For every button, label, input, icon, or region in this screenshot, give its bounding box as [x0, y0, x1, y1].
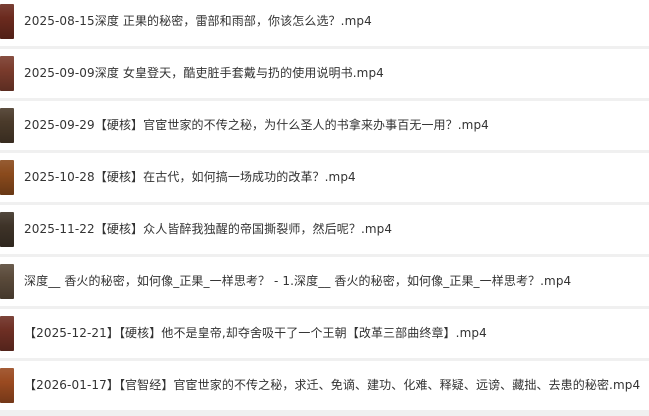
file-name: 【2026-01-17】【官智经】官宦世家的不传之秘，求迁、免谪、建功、化难、释… — [24, 378, 641, 392]
video-thumbnail — [0, 212, 14, 247]
file-row-8[interactable]: 【2026-01-17】【官智经】官宦世家的不传之秘，求迁、免谪、建功、化难、释… — [0, 361, 649, 410]
file-name: 2025-08-15深度 正果的秘密，雷部和雨部，你该怎么选？.mp4 — [24, 14, 372, 28]
video-thumbnail — [0, 56, 14, 91]
file-name: 2025-09-29【硬核】官宦世家的不传之秘，为什么圣人的书拿来办事百无一用？… — [24, 118, 489, 132]
file-row-2[interactable]: 2025-09-09深度 女皇登天，酷吏脏手套戴与扔的使用说明书.mp4 — [0, 49, 649, 98]
file-row-7[interactable]: 【2025-12-21】【硬核】他不是皇帝,却夺舍吸干了一个王朝【改革三部曲终章… — [0, 309, 649, 358]
video-thumbnail — [0, 160, 14, 195]
video-thumbnail — [0, 4, 14, 39]
file-row-5[interactable]: 2025-11-22【硬核】众人皆醉我独醒的帝国撕裂师，然后呢？.mp4 — [0, 205, 649, 254]
file-row-1[interactable]: 2025-08-15深度 正果的秘密，雷部和雨部，你该怎么选？.mp4 — [0, 0, 649, 46]
file-name: 2025-09-09深度 女皇登天，酷吏脏手套戴与扔的使用说明书.mp4 — [24, 66, 384, 80]
file-row-4[interactable]: 2025-10-28【硬核】在古代，如何搞一场成功的改革？.mp4 — [0, 153, 649, 202]
video-thumbnail — [0, 316, 14, 351]
file-list: 2025-08-15深度 正果的秘密，雷部和雨部，你该怎么选？.mp4 2025… — [0, 0, 649, 416]
video-thumbnail — [0, 264, 14, 299]
video-thumbnail — [0, 368, 14, 403]
file-name: 2025-11-22【硬核】众人皆醉我独醒的帝国撕裂师，然后呢？.mp4 — [24, 222, 393, 236]
file-name: 2025-10-28【硬核】在古代，如何搞一场成功的改革？.mp4 — [24, 170, 356, 184]
video-thumbnail — [0, 108, 14, 143]
file-row-3[interactable]: 2025-09-29【硬核】官宦世家的不传之秘，为什么圣人的书拿来办事百无一用？… — [0, 101, 649, 150]
file-name: 深度__ 香火的秘密，如何像_正果_一样思考？ - 1.深度__ 香火的秘密，如… — [24, 274, 572, 288]
file-row-6[interactable]: 深度__ 香火的秘密，如何像_正果_一样思考？ - 1.深度__ 香火的秘密，如… — [0, 257, 649, 306]
file-name: 【2025-12-21】【硬核】他不是皇帝,却夺舍吸干了一个王朝【改革三部曲终章… — [24, 326, 487, 340]
